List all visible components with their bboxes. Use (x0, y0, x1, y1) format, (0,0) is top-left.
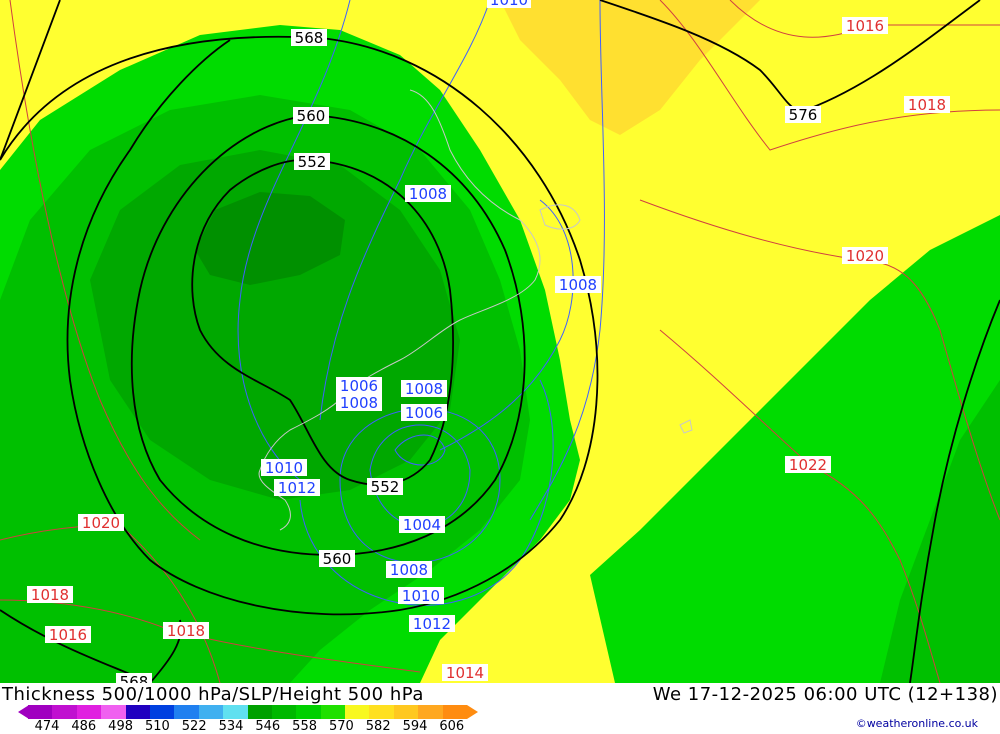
height-label: 576 (789, 106, 818, 124)
legend-tick-label: 558 (292, 719, 318, 734)
legend-tick-label: 498 (108, 719, 134, 734)
slp-label-blue: 1012 (413, 615, 451, 633)
legend-color-swatch (247, 705, 272, 719)
map-valid-time: We 17-12-2025 06:00 UTC (12+138) (652, 684, 998, 705)
slp-label-red: 1020 (82, 514, 120, 532)
height-label: 568 (295, 29, 324, 47)
legend-tick-label: 546 (255, 719, 281, 734)
slp-label-blue: 1012 (278, 479, 316, 497)
slp-label-blue: 1008 (409, 185, 447, 203)
legend-color-swatch (442, 705, 468, 719)
legend-color-swatch (271, 705, 297, 719)
slp-label-blue: 1010 (402, 587, 440, 605)
legend-color-swatch (28, 705, 53, 719)
legend-tick-label: 606 (439, 719, 465, 734)
slp-label-blue: 1008 (340, 394, 378, 412)
legend-right-arrow (467, 705, 478, 719)
height-label: 560 (297, 107, 326, 125)
slp-label-blue: 1008 (405, 380, 443, 398)
legend-tick-label: 570 (328, 719, 354, 734)
height-label: 568 (120, 673, 149, 683)
map-footer: Thickness 500/1000 hPa/SLP/Height 500 hP… (0, 683, 1000, 734)
legend-color-swatch (369, 705, 394, 719)
slp-label-red: 1014 (446, 664, 484, 682)
legend-color-swatch (76, 705, 102, 719)
legend-color-swatch (296, 705, 321, 719)
legend-color-swatch (149, 705, 175, 719)
legend-tick-label: 582 (365, 719, 391, 734)
slp-label-blue: 1006 (405, 404, 443, 422)
legend-tick-label: 594 (402, 719, 428, 734)
slp-label-blue: 1006 (340, 377, 378, 395)
height-label: 552 (298, 153, 327, 171)
legend-color-swatch (52, 705, 77, 719)
slp-label-red: 1016 (846, 17, 884, 35)
slp-label-blue: 1004 (403, 516, 441, 534)
slp-label-red: 1018 (167, 622, 205, 640)
thickness-legend-bar (28, 705, 468, 719)
legend-tick-label: 510 (144, 719, 170, 734)
height-label: 552 (371, 478, 400, 496)
weather-map: 568 560 552 576 552 560 568 1010 1008 10… (0, 0, 1000, 683)
credit-link[interactable]: ©weatheronline.co.uk (856, 717, 978, 730)
slp-label-blue: 1008 (559, 276, 597, 294)
legend-tick-label: 486 (71, 719, 97, 734)
legend-tick-label: 474 (34, 719, 60, 734)
legend-color-swatch (345, 705, 370, 719)
legend-color-swatch (125, 705, 150, 719)
slp-label-blue: 1010 (490, 0, 528, 9)
legend-color-swatch (198, 705, 224, 719)
map-title: Thickness 500/1000 hPa/SLP/Height 500 hP… (2, 684, 424, 705)
legend-tick-label: 534 (218, 719, 244, 734)
legend-color-swatch (101, 705, 126, 719)
legend-color-swatch (223, 705, 248, 719)
height-label: 560 (323, 550, 352, 568)
slp-label-blue: 1010 (265, 459, 303, 477)
slp-label-red: 1016 (49, 626, 87, 644)
legend-color-swatch (174, 705, 199, 719)
legend-tick-label: 522 (181, 719, 207, 734)
slp-label-red: 1022 (789, 456, 827, 474)
legend-color-swatch (393, 705, 419, 719)
slp-label-blue: 1008 (390, 561, 428, 579)
slp-label-red: 1018 (31, 586, 69, 604)
slp-label-red: 1020 (846, 247, 884, 265)
slp-label-red: 1018 (908, 96, 946, 114)
legend-color-swatch (418, 705, 443, 719)
legend-color-swatch (320, 705, 346, 719)
